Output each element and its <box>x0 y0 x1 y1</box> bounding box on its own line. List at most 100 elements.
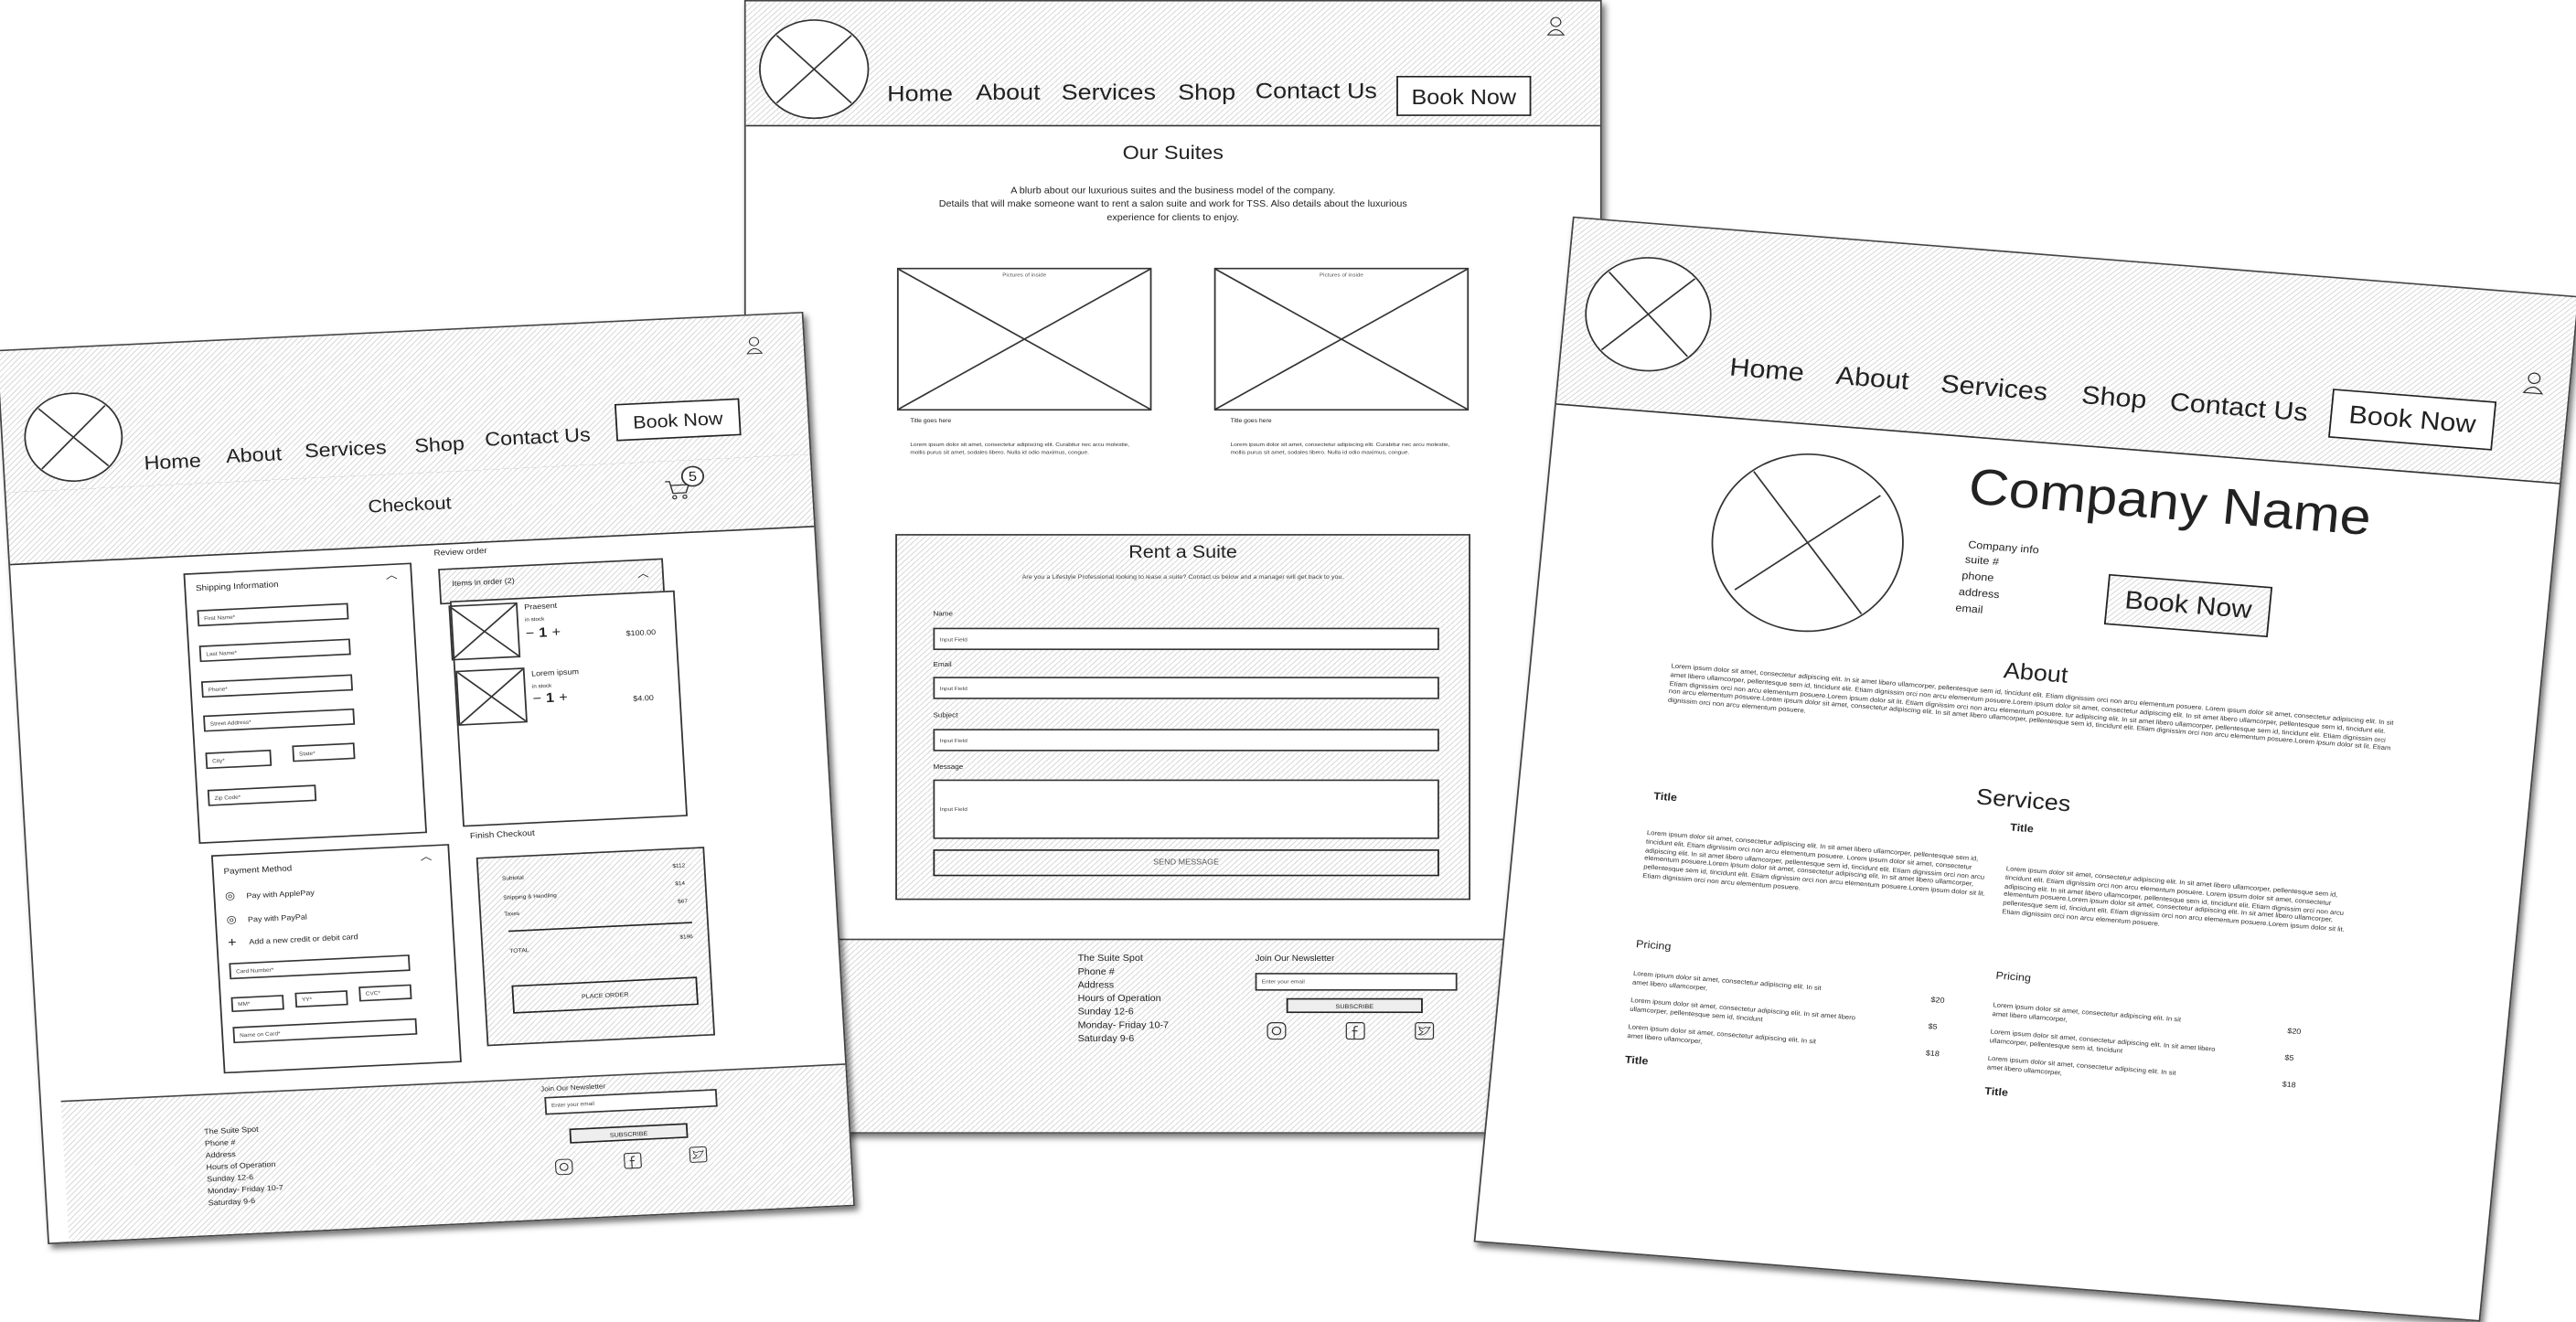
instagram-icon[interactable] <box>1267 1022 1287 1040</box>
twitter-icon[interactable] <box>689 1146 708 1163</box>
last-name-input[interactable]: Last Name* <box>198 638 351 663</box>
blurb-line: experience for clients to enjoy. <box>1106 214 1240 224</box>
chevron-up-icon[interactable]: ︿ <box>637 566 649 581</box>
zip-code-input[interactable]: Zip Code* <box>207 784 317 806</box>
nav-about[interactable]: About <box>1834 361 1910 397</box>
first-name-input[interactable]: First Name* <box>197 602 349 627</box>
user-icon[interactable] <box>745 336 764 355</box>
book-now-button[interactable]: Book Now <box>2327 389 2497 451</box>
chevron-up-icon[interactable]: ︿ <box>420 849 432 865</box>
nav-home[interactable]: Home <box>1728 353 1805 389</box>
price-value: $20 <box>2286 1027 2302 1038</box>
mm-input[interactable]: MM* <box>230 995 284 1013</box>
nav-services[interactable]: Services <box>1062 80 1156 106</box>
option-label: Pay with ApplePay <box>246 889 315 901</box>
company-info: suite # <box>1964 555 2000 569</box>
facebook-icon[interactable] <box>623 1152 643 1169</box>
book-now-button-hero[interactable]: Book Now <box>2103 573 2273 638</box>
suite-image-placeholder: Pictures of inside <box>1213 267 1470 411</box>
book-now-button[interactable]: Book Now <box>1396 75 1532 116</box>
site-footer: The Suite Spot Phone # Address Hours of … <box>745 938 1600 1133</box>
logo-placeholder <box>759 19 870 120</box>
order-summary-panel: Subtotal $112 Shipping & Handling $14 Ta… <box>476 847 716 1047</box>
summary-label: Taxes <box>504 911 520 918</box>
newsletter-email-input[interactable]: Enter your email <box>544 1089 718 1115</box>
summary-label: Shipping & Handling <box>503 892 557 901</box>
section-title: Our Suites <box>1122 141 1224 164</box>
footer-line: Sunday 12-6 <box>1077 1008 1134 1018</box>
phone-input[interactable]: Phone* <box>200 674 354 698</box>
logo-placeholder <box>1579 251 1717 377</box>
yy-input[interactable]: YY* <box>294 990 348 1008</box>
shipping-information-panel: Shipping Information ︿ First Name* Last … <box>183 562 428 845</box>
increase-qty-button[interactable]: + <box>551 624 561 640</box>
radio-applepay[interactable]: ◎ <box>225 890 236 902</box>
message-textarea[interactable]: Input Field <box>933 779 1439 839</box>
stock-status: in stock <box>531 682 552 690</box>
suite-image-placeholder: Pictures of inside <box>896 267 1152 411</box>
image-caption: Pictures of inside <box>1002 272 1047 279</box>
plus-icon[interactable]: + <box>228 934 237 950</box>
nav-about[interactable]: About <box>225 442 282 467</box>
footer-line: Monday- Friday 10-7 <box>207 1184 284 1197</box>
service-title: Title <box>2009 823 2035 836</box>
send-message-button[interactable]: SEND MESSAGE <box>933 849 1439 877</box>
nav-services[interactable]: Services <box>304 436 387 463</box>
decrease-qty-button[interactable]: − <box>532 690 541 706</box>
subject-input[interactable]: Input Field <box>933 729 1439 752</box>
price-value: $20 <box>1929 996 1945 1007</box>
radio-paypal[interactable]: ◎ <box>226 913 237 926</box>
street-address-input[interactable]: Street Address* <box>203 708 356 732</box>
nav-home[interactable]: Home <box>887 81 953 107</box>
nav-services[interactable]: Services <box>1940 369 2049 408</box>
total-value: $196 <box>679 933 694 941</box>
newsletter-email-input[interactable]: Enter your email <box>1255 973 1458 991</box>
company-logo-placeholder <box>1703 446 1912 640</box>
nav-shop[interactable]: Shop <box>414 432 465 457</box>
add-card-link[interactable]: Add a new credit or debit card <box>249 933 358 947</box>
footer-line: Sunday 12-6 <box>207 1173 254 1185</box>
cart-button[interactable]: 5 <box>663 465 708 506</box>
newsletter-label: Join Our Newsletter <box>540 1082 606 1093</box>
nav-home[interactable]: Home <box>144 449 202 474</box>
chevron-up-icon[interactable]: ︿ <box>385 568 398 583</box>
decrease-qty-button[interactable]: − <box>525 625 534 641</box>
message-label: Message <box>933 762 964 771</box>
cvc-input[interactable]: CVC* <box>358 984 412 1002</box>
subscribe-button[interactable]: SUBSCRIBE <box>1286 997 1423 1014</box>
card-text: Lorem ipsum dolor sit amet, consectetur … <box>910 442 1130 455</box>
state-input[interactable]: State* <box>292 742 356 762</box>
company-name: Company Name <box>1966 458 2374 548</box>
subscribe-button[interactable]: SUBSCRIBE <box>569 1123 689 1144</box>
footer-line: Address <box>1077 981 1115 991</box>
twitter-icon[interactable] <box>1415 1022 1435 1040</box>
card-number-input[interactable]: Card Number* <box>229 954 411 980</box>
price-item: Lorem ipsum dolor sit amet, consectetur … <box>1986 1054 2176 1077</box>
increase-qty-button[interactable]: + <box>559 689 568 705</box>
name-input[interactable]: Input Field <box>933 627 1439 651</box>
instagram-icon[interactable] <box>554 1158 573 1176</box>
service-title: Title <box>1624 1055 1649 1068</box>
nav-contact-us[interactable]: Contact Us <box>485 423 592 451</box>
nav-about[interactable]: About <box>976 80 1040 106</box>
user-icon[interactable] <box>1546 16 1566 36</box>
name-on-card-input[interactable]: Name on Card* <box>232 1018 418 1044</box>
service-title: Title <box>1652 792 1678 805</box>
place-order-button[interactable]: PLACE ORDER <box>511 976 699 1014</box>
email-input[interactable]: Input Field <box>933 677 1439 699</box>
rent-a-suite-form: Rent a Suite Are you a Lifestyle Profess… <box>895 534 1470 901</box>
nav-contact-us[interactable]: Contact Us <box>2168 388 2309 428</box>
nav-contact-us[interactable]: Contact Us <box>1256 79 1377 104</box>
nav-shop[interactable]: Shop <box>2080 381 2148 416</box>
user-icon[interactable] <box>2522 371 2546 395</box>
book-now-button[interactable]: Book Now <box>614 398 742 442</box>
facebook-icon[interactable] <box>1345 1022 1365 1040</box>
wireframe-canvas: Home About Services Shop Contact Us Book… <box>0 0 2576 1322</box>
nav-shop[interactable]: Shop <box>1178 80 1235 106</box>
city-input[interactable]: City* <box>205 749 273 770</box>
footer-line: The Suite Spot <box>204 1125 259 1137</box>
option-label: Pay with PayPal <box>247 912 308 925</box>
home-page-wireframe: Home About Services Shop Contact Us Book… <box>1473 216 2576 1322</box>
image-caption: Pictures of inside <box>1319 272 1363 279</box>
service-text: Lorem ipsum dolor sit amet, consectetur … <box>2001 864 2346 933</box>
